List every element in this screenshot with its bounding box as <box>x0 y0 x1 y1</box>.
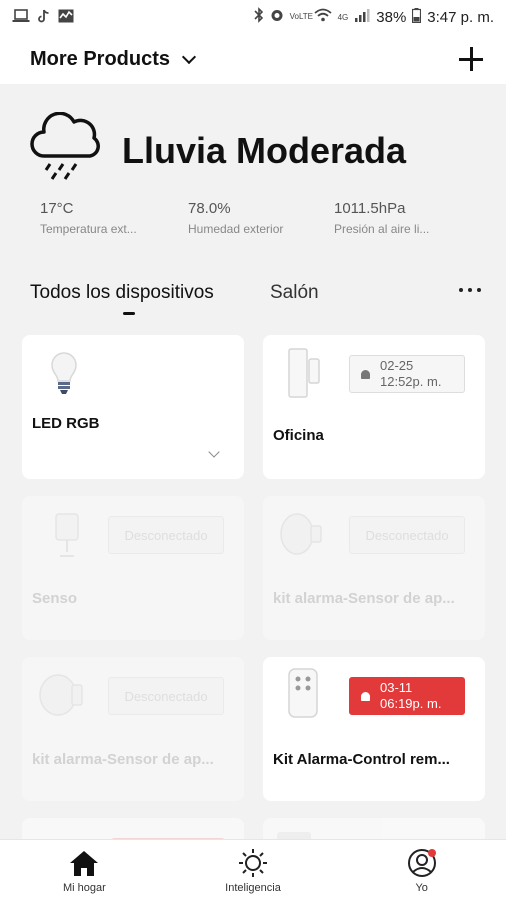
room-tabs: Todos los dispositivos Salón <box>0 270 506 322</box>
activity-notification-icon <box>58 9 74 26</box>
event-date: 02-25 <box>380 358 414 374</box>
offline-badge: Desconectado <box>349 516 465 554</box>
active-tab-indicator <box>123 312 135 315</box>
chevron-down-icon <box>181 49 197 64</box>
event-time: 06:19p. m. <box>380 696 442 711</box>
device-card-oficina[interactable]: 02-25 12:52p. m. Oficina <box>263 335 485 479</box>
offline-badge: Desconectado <box>108 516 224 554</box>
door-sensor-icon <box>288 348 320 398</box>
bell-icon <box>350 369 380 379</box>
stat-label: Temperatura ext... <box>40 222 137 236</box>
tab-all-devices[interactable]: Todos los dispositivos <box>30 282 214 315</box>
signal-icon <box>354 8 370 26</box>
add-device-button[interactable] <box>458 46 484 72</box>
nav-label: Yo <box>415 882 428 894</box>
nav-yo[interactable]: Yo <box>337 840 506 900</box>
dot-icon <box>459 288 463 292</box>
notification-dot <box>427 849 436 857</box>
sun-icon <box>239 849 267 877</box>
device-name: Kit Alarma-Control rem... <box>273 751 450 768</box>
device-card-kit-alarma-sensor-2[interactable]: Desconectado kit alarma-Sensor de ap... <box>22 657 244 801</box>
light-bulb-icon <box>51 352 77 394</box>
device-name: kit alarma-Sensor de ap... <box>273 590 455 607</box>
nav-label: Inteligencia <box>225 882 281 894</box>
profile-icon <box>406 848 438 878</box>
dot-icon <box>468 288 472 292</box>
rain-cloud-icon <box>30 112 100 180</box>
offline-badge: Desconectado <box>108 677 224 715</box>
home-icon <box>70 851 99 876</box>
alarm-sensor-icon <box>39 674 83 716</box>
alert-event-badge: 03-11 06:19p. m. <box>349 677 465 715</box>
stat-label: Presión al aire li... <box>334 222 430 236</box>
network-type-label: 4G <box>337 12 349 22</box>
device-name: LED RGB <box>32 415 100 432</box>
device-name: kit alarma-Sensor de ap... <box>32 751 214 768</box>
home-selector[interactable]: More Products <box>30 47 197 71</box>
remote-control-icon <box>288 668 318 718</box>
clock: 3:47 p. m. <box>427 8 494 26</box>
device-card-senso[interactable]: Desconectado Senso <box>22 496 244 640</box>
more-options-button[interactable] <box>459 288 481 292</box>
battery-icon <box>412 7 422 27</box>
laptop-notification-icon <box>12 8 30 26</box>
tab-salon[interactable]: Salón <box>270 282 319 304</box>
humidity-stat: 78.0% Humedad exterior <box>188 200 283 236</box>
tab-label: Todos los dispositivos <box>30 282 214 303</box>
alarm-sensor-icon <box>280 513 322 555</box>
nav-mi-hogar[interactable]: Mi hogar <box>0 840 169 900</box>
event-date: 03-11 <box>380 680 413 696</box>
weather-condition: Lluvia Moderada <box>122 130 407 171</box>
stat-value: 78.0% <box>188 200 231 217</box>
device-name: Oficina <box>273 427 324 444</box>
device-card-kit-alarma-control[interactable]: 03-11 06:19p. m. Kit Alarma-Control rem.… <box>263 657 485 801</box>
nav-label: Mi hogar <box>62 882 106 894</box>
nav-inteligencia[interactable]: Inteligencia <box>169 840 338 900</box>
stat-value: 1011.5hPa <box>334 200 406 217</box>
tab-label: Salón <box>270 282 319 303</box>
tiktok-notification-icon <box>38 9 50 26</box>
bell-icon <box>350 691 380 701</box>
dot-icon <box>477 288 481 292</box>
temperature-stat: 17°C Temperatura ext... <box>40 200 137 236</box>
status-bar: VoLTE 4G 38% 3:47 p. m. <box>0 0 506 34</box>
bluetooth-icon <box>254 7 264 27</box>
app-header: More Products <box>0 34 506 84</box>
battery-percent: 38% <box>376 8 407 26</box>
alarm-icon <box>270 8 284 26</box>
stat-value: 17°C <box>40 200 74 217</box>
device-card-led-rgb[interactable]: LED RGB <box>22 335 244 479</box>
weather-panel: Lluvia Moderada 17°C Temperatura ext... … <box>0 84 506 254</box>
stat-label: Humedad exterior <box>188 222 284 236</box>
chevron-down-icon[interactable] <box>208 446 220 458</box>
last-event-badge: 02-25 12:52p. m. <box>349 355 465 393</box>
home-name: More Products <box>30 47 171 70</box>
pressure-stat: 1011.5hPa Presión al aire li... <box>334 200 429 236</box>
volte-icon: VoLTE <box>289 12 314 21</box>
device-card-kit-alarma-sensor-1[interactable]: Desconectado kit alarma-Sensor de ap... <box>263 496 485 640</box>
bottom-navigation: Mi hogar Inteligencia Yo <box>0 839 506 900</box>
wifi-icon <box>314 8 332 26</box>
motion-sensor-icon <box>55 513 79 557</box>
event-time: 12:52p. m. <box>380 374 442 389</box>
device-name: Senso <box>32 590 78 607</box>
